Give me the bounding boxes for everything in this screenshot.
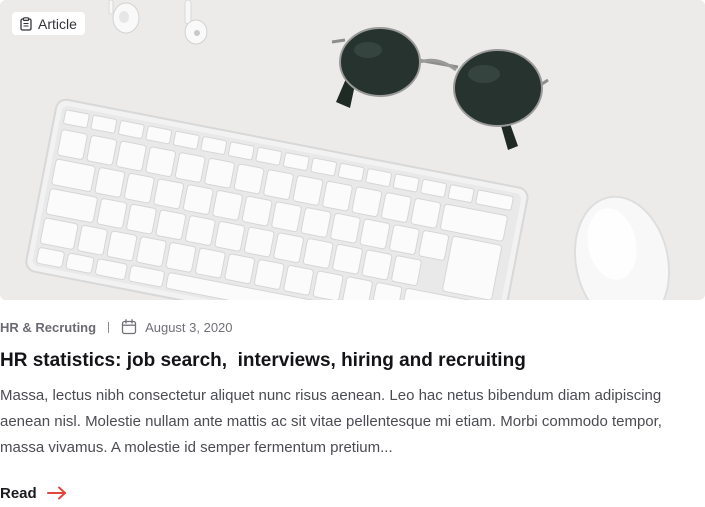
read-more-label: Read (0, 484, 37, 502)
read-more-link[interactable]: Read (0, 482, 67, 504)
arrow-right-icon (46, 486, 66, 500)
article-excerpt: Massa, lectus nibh consectetur aliquet n… (0, 387, 662, 456)
article-meta: HR & Recruting August 3, 2020 (0, 317, 233, 337)
article-card: Article HR & Recruting August 3, 2020 HR… (0, 0, 705, 507)
publish-date: August 3, 2020 (145, 319, 233, 335)
content-type-badge: Article (12, 12, 85, 35)
meta-divider (108, 321, 110, 333)
category-link[interactable]: HR & Recruting (0, 320, 96, 335)
desk-photo-illustration (0, 0, 705, 300)
article-hero-image[interactable]: Article (0, 0, 705, 300)
calendar-icon (121, 319, 137, 335)
badge-label: Article (38, 15, 77, 32)
article-title[interactable]: HR statistics: job search, interviews, h… (0, 348, 705, 374)
clipboard-icon (20, 16, 32, 31)
